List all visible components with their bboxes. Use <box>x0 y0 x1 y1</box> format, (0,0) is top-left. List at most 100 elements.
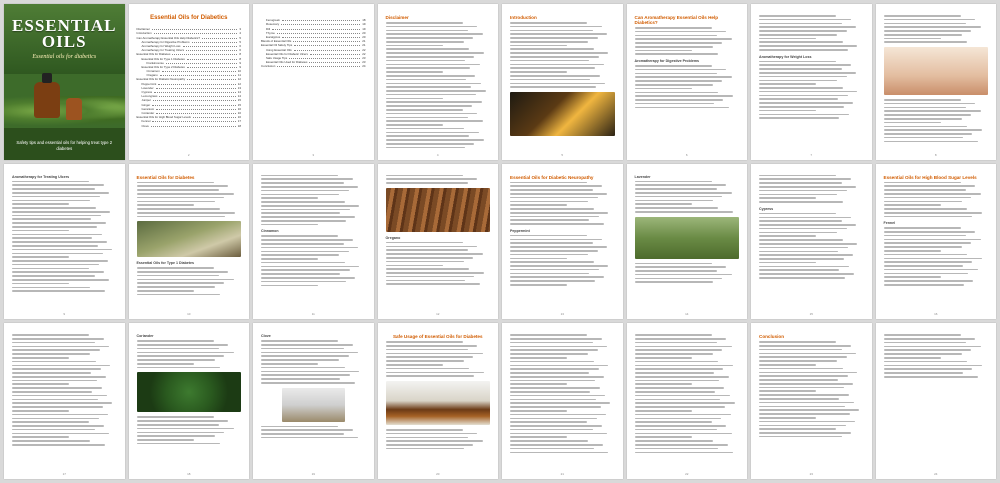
toc-leader-dots <box>186 58 238 60</box>
page-thumbnail-4[interactable]: Disclaimer 4 <box>377 4 498 160</box>
text-line <box>510 211 609 214</box>
text-line <box>883 26 981 28</box>
text-line <box>12 353 91 355</box>
text-line <box>759 90 858 93</box>
text-line <box>261 212 341 215</box>
text-line <box>510 29 593 32</box>
text-line <box>634 210 733 213</box>
text-line <box>883 117 962 120</box>
page-number: 14 <box>685 312 689 317</box>
text-line <box>385 182 469 184</box>
text-line <box>759 83 817 85</box>
text-line <box>12 256 70 258</box>
text-line <box>759 394 849 396</box>
text-line <box>12 409 70 412</box>
text-line <box>634 203 692 205</box>
page-thumbnail-1[interactable]: ESSENTIAL OILS Essential oils for diabet… <box>4 4 125 160</box>
text-line <box>261 359 340 361</box>
text-line <box>510 379 595 382</box>
body-text <box>634 27 740 56</box>
page-thumbnail-5[interactable]: Introduction 5 <box>502 4 623 160</box>
text-line <box>759 398 840 400</box>
text-line <box>510 33 608 35</box>
text-line <box>883 368 973 370</box>
page-thumbnail-13[interactable]: Essential Oils for Diabetic Neuropathy P… <box>502 163 623 320</box>
page-thumbnail-15[interactable]: Cypress 15 <box>751 163 872 320</box>
toc-leader-dots <box>272 28 361 30</box>
text-line <box>634 391 715 393</box>
page-thumbnail-23[interactable]: Conclusion 23 <box>751 323 872 479</box>
text-line <box>510 425 602 427</box>
text-line <box>12 286 91 289</box>
text-line <box>261 242 344 245</box>
text-line <box>883 357 941 359</box>
text-line <box>759 254 854 256</box>
body-text <box>759 212 864 279</box>
text-line <box>883 33 962 36</box>
text-line <box>883 242 972 244</box>
page-thumbnail-12[interactable]: Oregano 12 <box>377 163 498 320</box>
text-line <box>634 364 733 367</box>
text-line <box>510 44 568 47</box>
text-line <box>883 200 962 203</box>
page-thumbnail-20[interactable]: Safe Usage of Essential Oils for Diabete… <box>377 323 498 479</box>
page-thumbnail-17[interactable]: 17 <box>4 323 125 479</box>
page-thumbnail-16[interactable]: Essential Oils for High Blood Sugar Leve… <box>875 163 996 320</box>
body-text <box>883 99 989 143</box>
text-line <box>634 394 730 397</box>
text-line <box>385 348 469 351</box>
text-line <box>136 420 229 422</box>
body-text <box>883 15 989 44</box>
text-line <box>510 242 593 244</box>
text-line <box>385 356 474 359</box>
page-thumbnail-22[interactable]: 22 <box>626 323 747 479</box>
text-line <box>261 174 339 177</box>
toc-leader-dots <box>152 100 236 102</box>
page-thumbnail-2[interactable]: Essential Oils for Diabetics Disclaimer 3… <box>128 4 249 160</box>
text-line <box>634 68 727 71</box>
text-line <box>385 124 443 126</box>
text-line <box>510 189 593 191</box>
candle-oil-image <box>510 91 615 136</box>
text-line <box>759 26 857 28</box>
page-thumbnail-6[interactable]: Can Aromatherapy Essential Oils Help Dia… <box>626 4 747 160</box>
page-thumbnail-18[interactable]: Coriander 18 <box>128 323 249 479</box>
text-line <box>883 196 972 199</box>
text-line <box>12 290 105 292</box>
text-line <box>12 375 107 378</box>
page-thumbnail-11[interactable]: Cinnamon 11 <box>253 163 374 320</box>
text-line <box>385 22 463 24</box>
page-thumbnail-14[interactable]: Lavender 14 <box>626 163 747 320</box>
text-line <box>634 53 719 56</box>
page-thumbnail-7[interactable]: Aromatherapy for Weight Loss 7 <box>751 4 872 160</box>
page-thumbnail-19[interactable]: Clove 19 <box>253 323 374 479</box>
page-thumbnail-8[interactable]: 8 <box>875 4 996 160</box>
page-thumbnail-21[interactable]: 21 <box>502 323 623 479</box>
text-line <box>510 338 602 340</box>
text-line <box>385 256 474 259</box>
page-thumbnail-24[interactable]: 24 <box>875 323 996 479</box>
text-line <box>634 417 722 420</box>
text-line <box>385 360 464 362</box>
text-line <box>759 22 842 25</box>
text-line <box>12 387 102 389</box>
text-line <box>510 246 608 248</box>
text-line <box>12 341 95 344</box>
toc-entry[interactable]: Clove 18 <box>137 123 242 128</box>
page-thumbnail-9[interactable]: Aromatherapy for Treating Ulcers 9 <box>4 163 125 320</box>
page-thumbnail-3[interactable]: Fenugreek 18 Rosemary 19 Dill 19 Thyme 20 Eucaly… <box>253 4 374 160</box>
text-line <box>510 265 609 267</box>
toc-entry[interactable]: Conclusion 24 <box>261 64 366 68</box>
page-thumbnail-10[interactable]: Essential Oils for Diabetes Essential Oi… <box>128 163 249 320</box>
text-line <box>759 382 854 385</box>
text-line <box>136 200 215 203</box>
text-line <box>12 226 97 228</box>
text-line <box>883 114 972 116</box>
text-line <box>385 174 463 177</box>
cover-tagline: Safety tips and essential oils for helpi… <box>16 139 113 151</box>
body-text <box>883 334 989 378</box>
text-line <box>634 106 729 109</box>
text-line <box>634 27 712 29</box>
toc-leader-dots <box>156 108 236 110</box>
text-line <box>261 436 359 439</box>
